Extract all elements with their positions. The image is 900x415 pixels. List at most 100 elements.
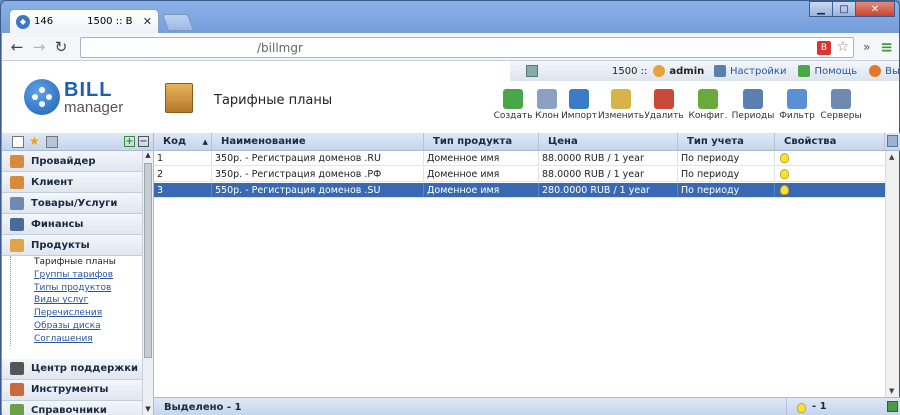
sort-asc-icon[interactable]: ▲ xyxy=(200,138,208,146)
maximize-button[interactable]: □ xyxy=(832,1,856,17)
nav-group-label: Провайдер xyxy=(31,155,96,167)
action-4-button[interactable]: Удалить xyxy=(644,89,684,121)
collapse-all-button[interactable]: − xyxy=(138,136,149,147)
table-scrollbar[interactable]: ▲ ▼ xyxy=(885,151,899,397)
close-window-button[interactable]: ✕ xyxy=(855,1,895,17)
minimize-button[interactable]: ▁ xyxy=(809,1,833,17)
nav-group-icon xyxy=(10,175,24,189)
reload-icon[interactable]: ↻ xyxy=(50,38,72,56)
action-3-button[interactable]: Изменить xyxy=(598,89,644,121)
nav-group-groups_top-2[interactable]: Товары/Услуги xyxy=(2,193,142,214)
scroll-down-icon[interactable]: ▼ xyxy=(889,387,894,395)
window-controls: ▁ □ ✕ xyxy=(809,1,895,17)
column-settings-icon[interactable] xyxy=(887,135,898,147)
nav-group-groups_top-4[interactable]: Продукты xyxy=(2,235,142,256)
help-icon xyxy=(798,65,811,77)
nav-group-groups_top-1[interactable]: Клиент xyxy=(2,172,142,193)
table-cell: 3 xyxy=(154,183,212,197)
action-8-button[interactable]: Серверы xyxy=(820,89,862,121)
nav-group-label: Инструменты xyxy=(31,384,109,396)
table-row[interactable]: 3 550р. - Регистрация доменов .SU Доменное… xyxy=(154,183,885,198)
selected-count: Выделено - 1 xyxy=(164,402,242,413)
column-header-2[interactable]: Тип продукта xyxy=(424,133,539,150)
table-cell: 1 xyxy=(154,151,212,165)
list-view-icon[interactable] xyxy=(12,136,24,148)
nav-subitem-2[interactable]: Типы продуктов xyxy=(27,282,142,295)
nav-group-groups_bottom-2[interactable]: Справочники xyxy=(2,400,142,415)
table-row[interactable]: 1 350р. - Регистрация доменов .RU Доменное… xyxy=(154,151,885,166)
settings-label: Настройки xyxy=(730,65,787,77)
logout-link[interactable]: Выйти xyxy=(869,65,900,77)
bulb-icon xyxy=(780,185,789,195)
action-1-button[interactable]: Клон xyxy=(535,89,559,121)
column-header-1[interactable]: Наименование xyxy=(212,133,424,150)
tab-bar: ◆ 146 1500 :: BILLmanager ✕ ▁ □ ✕ xyxy=(1,1,900,33)
scroll-thumb[interactable] xyxy=(144,163,152,358)
action-2-button[interactable]: Импорт xyxy=(561,89,597,121)
forward-icon[interactable]: → xyxy=(28,38,50,56)
nav-subitems: Тарифные планы Группы тарифов Типы продукт… xyxy=(10,256,142,346)
column-header-label: Тип продукта xyxy=(433,136,513,147)
action-6-button[interactable]: Периоды xyxy=(732,89,774,121)
table-cell: 350р. - Регистрация доменов .RU xyxy=(212,151,424,165)
calculator-icon[interactable] xyxy=(526,65,538,77)
help-link[interactable]: Помощь xyxy=(798,65,857,77)
column-header-0[interactable]: Код ▲ xyxy=(154,133,212,150)
table-cell: Доменное имя xyxy=(424,167,539,181)
logo-text-manager: manager xyxy=(64,99,124,116)
table-row[interactable]: 2 350р. - Регистрация доменов .РФ Доменное… xyxy=(154,167,885,182)
nav-subitem-6[interactable]: Соглашения xyxy=(27,333,142,346)
column-header-3[interactable]: Цена xyxy=(539,133,678,150)
expand-all-button[interactable]: + xyxy=(124,136,135,147)
scroll-up-icon[interactable]: ▲ xyxy=(889,153,894,161)
nav-subitem-3[interactable]: Виды услуг xyxy=(27,294,142,307)
browser-tab[interactable]: ◆ 146 1500 :: BILLmanager ✕ xyxy=(9,9,159,33)
nav-scrollbar[interactable]: ▲ ▼ xyxy=(142,151,153,415)
nav-group-groups_bottom-0[interactable]: Центр поддержки xyxy=(2,358,142,380)
close-tab-icon[interactable]: ✕ xyxy=(143,15,152,28)
settings-icon xyxy=(714,65,726,77)
settings-link[interactable]: Настройки xyxy=(714,65,786,77)
column-header-label: Наименование xyxy=(221,136,306,147)
nav-subitem-4[interactable]: Перечисления xyxy=(27,307,142,320)
column-header-4[interactable]: Тип учета xyxy=(678,133,775,150)
nav-panel: Провайдер Клиент Товары/Услуги Финансы Проду… xyxy=(2,151,142,415)
nav-group-groups_top-0[interactable]: Провайдер xyxy=(2,151,142,172)
nav-group-groups_top-3[interactable]: Финансы xyxy=(2,214,142,235)
properties-cell xyxy=(775,183,885,197)
action-7-button[interactable]: Фильтр xyxy=(776,89,818,121)
nav-subitem-0[interactable]: Тарифные планы xyxy=(27,256,142,269)
more-extensions-icon[interactable]: » xyxy=(863,40,870,54)
export-icon[interactable] xyxy=(887,401,898,412)
tab-counter: 146 xyxy=(34,16,54,27)
bulb-icon xyxy=(797,402,806,413)
column-header-5[interactable]: Свойства xyxy=(775,133,885,150)
action-label: Клон xyxy=(535,111,559,121)
action-label: Удалить xyxy=(644,111,684,121)
billmanager-logo[interactable]: BILL manager xyxy=(24,79,134,121)
address-bar[interactable]: /billmgr B ☆ xyxy=(80,37,854,58)
properties-cell xyxy=(775,167,885,181)
table-cell: 280.0000 RUB / 1 year xyxy=(539,183,678,197)
nav-subitem-5[interactable]: Образы диска xyxy=(27,320,142,333)
nav-group-groups_bottom-1[interactable]: Инструменты xyxy=(2,379,142,401)
nav-subitem-1[interactable]: Группы тарифов xyxy=(27,269,142,282)
action-4-icon xyxy=(654,89,674,109)
action-5-button[interactable]: Конфиг. xyxy=(686,89,730,121)
extension-icon[interactable]: B xyxy=(817,41,831,55)
back-icon[interactable]: ← xyxy=(6,38,28,56)
bookmark-star-icon[interactable]: ☆ xyxy=(836,39,849,55)
history-icon[interactable] xyxy=(46,136,58,148)
action-0-button[interactable]: Создать xyxy=(494,89,532,121)
table-header: Код ▲ Наименование Тип продукта Цена Тип уче… xyxy=(154,133,900,151)
action-label: Фильтр xyxy=(779,111,815,121)
column-header-label: Свойства xyxy=(784,136,837,147)
new-tab-button[interactable] xyxy=(161,14,195,31)
nav-group-icon xyxy=(10,238,24,252)
scroll-up-icon[interactable]: ▲ xyxy=(143,151,153,161)
scroll-down-icon[interactable]: ▼ xyxy=(143,405,153,415)
browser-menu-icon[interactable]: ≡ xyxy=(880,38,893,56)
table-cell: 88.0000 RUB / 1 year xyxy=(539,151,678,165)
action-label: Импорт xyxy=(561,111,597,121)
favorites-star-icon[interactable]: ★ xyxy=(29,134,41,148)
